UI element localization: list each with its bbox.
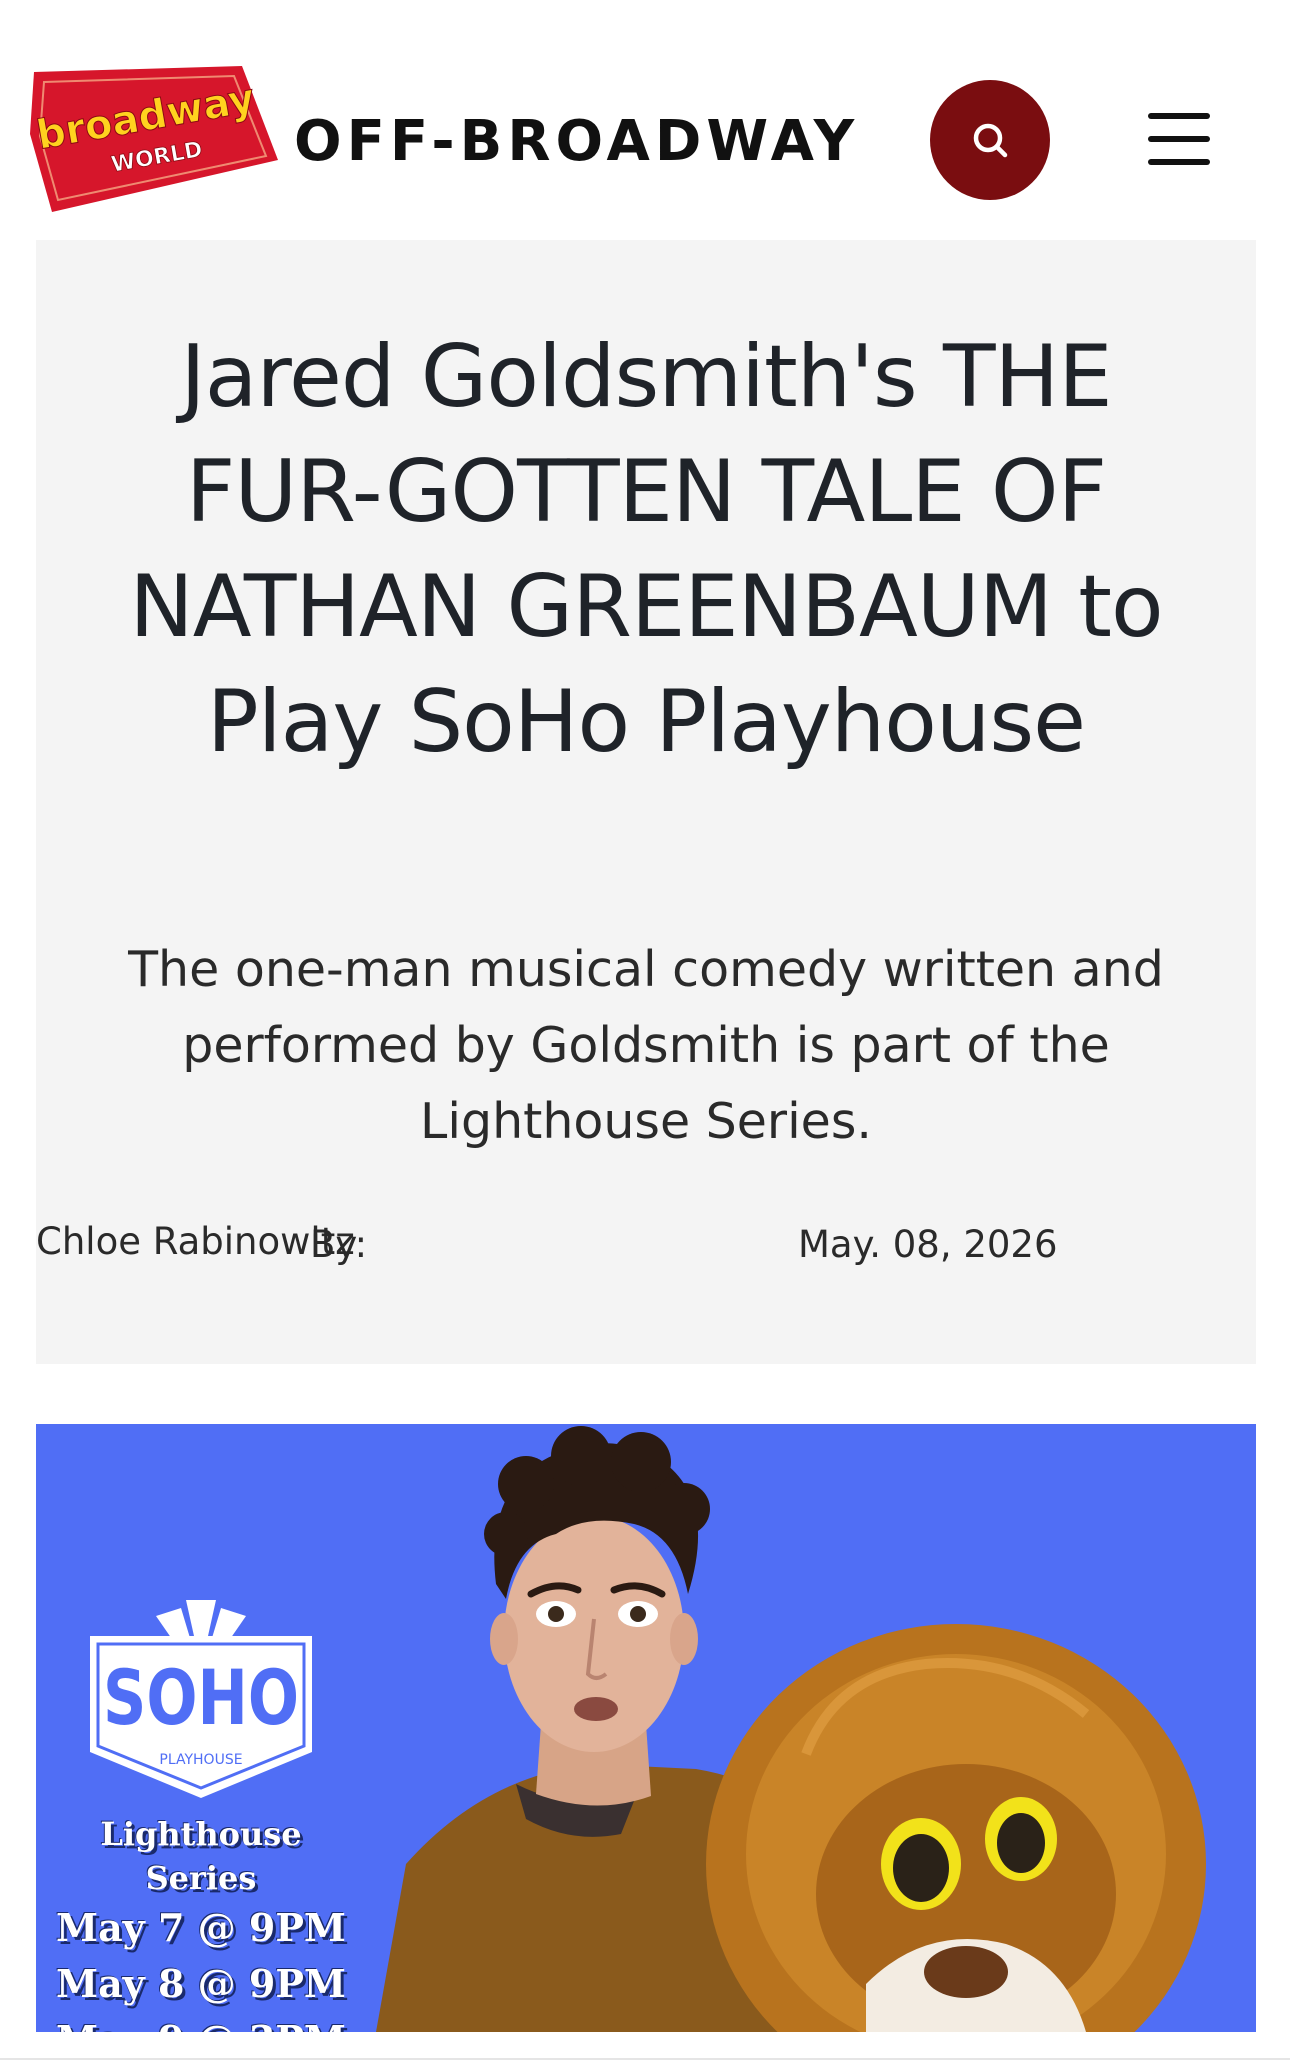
article-subheadline: The one-man musical comedy written and p… bbox=[128, 941, 1164, 1150]
article-headline: Jared Goldsmith's THE FUR-GOTTEN TALE OF… bbox=[129, 327, 1163, 772]
series-title: Lighthouse Series bbox=[100, 1815, 302, 1897]
hero-image[interactable]: SOHO PLAYHOUSE Lighthouse Series May 7 @… bbox=[36, 1424, 1256, 2032]
publish-date: May. 08, 2026 bbox=[798, 1223, 1058, 1266]
byline-label: By: bbox=[310, 1223, 368, 1266]
article-header: Jared Goldsmith's THE FUR-GOTTEN TALE OF… bbox=[36, 240, 1256, 1364]
soho-logo-subtext: PLAYHOUSE bbox=[159, 1752, 242, 1768]
author-link[interactable]: Chloe Rabinowitz bbox=[36, 1220, 355, 1263]
byline: By: Chloe Rabinowitz May. 08, 2026 bbox=[36, 1220, 1256, 1270]
section-title[interactable]: OFF-BROADWAY bbox=[294, 102, 859, 182]
site-header: broadway WORLD OFF-BROADWAY bbox=[0, 0, 1290, 240]
series-date-3: May 9 @ 3PM bbox=[56, 2012, 346, 2032]
performer-photo bbox=[376, 1426, 1206, 2032]
series-date-1: May 7 @ 9PM bbox=[56, 1905, 346, 1950]
menu-button[interactable] bbox=[1148, 110, 1216, 168]
soho-logo-text: SOHO bbox=[103, 1653, 299, 1742]
hamburger-menu-icon bbox=[1148, 113, 1210, 119]
series-info: Lighthouse Series May 7 @ 9PM May 8 @ 9P… bbox=[56, 1812, 346, 2032]
search-button[interactable] bbox=[930, 80, 1050, 200]
broadwayworld-logo[interactable]: broadway WORLD bbox=[30, 64, 280, 214]
search-icon bbox=[973, 123, 1008, 158]
soho-playhouse-logo: SOHO PLAYHOUSE bbox=[90, 1600, 312, 1798]
series-date-2: May 8 @ 9PM bbox=[56, 1961, 346, 2006]
